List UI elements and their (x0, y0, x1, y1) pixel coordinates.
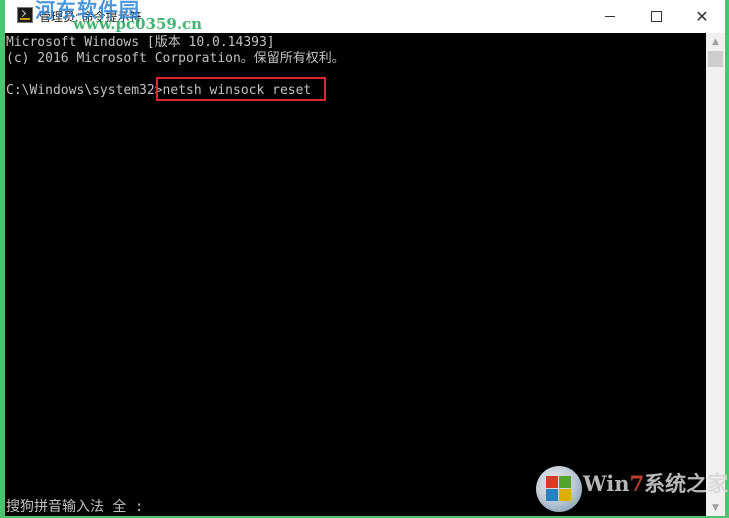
minimize-icon (605, 16, 615, 17)
close-icon: ✕ (695, 7, 709, 26)
scroll-down-arrow-icon[interactable]: ▼ (706, 499, 725, 516)
maximize-button[interactable] (633, 0, 679, 33)
console-output-area[interactable]: Microsoft Windows [版本 10.0.14393] (c) 20… (5, 33, 706, 516)
scroll-up-arrow-icon[interactable]: ▲ (706, 33, 725, 50)
console-line-copyright: (c) 2016 Microsoft Corporation。保留所有权利。 (6, 51, 345, 66)
ime-status-bar[interactable]: 搜狗拼音输入法 全 : (6, 496, 143, 516)
close-button[interactable]: ✕ (679, 0, 725, 33)
window-controls: ✕ (587, 0, 725, 33)
windows-logo-watermark-icon (536, 466, 582, 512)
maximize-icon (650, 11, 662, 22)
cmd-app-icon (17, 7, 33, 23)
command-highlight-box (156, 77, 326, 101)
minimize-button[interactable] (587, 0, 633, 33)
corner-watermark-text: Win7系统之家 (583, 471, 729, 496)
scroll-thumb[interactable] (708, 51, 723, 67)
vertical-scrollbar[interactable]: ▲ ▼ (706, 33, 725, 516)
site-url-watermark: www.pc0359.cn (73, 15, 203, 33)
command-prompt-path: C:\Windows\system32> (6, 83, 163, 98)
title-bar[interactable]: 管理员: 命令提示符 河东软件园 www.pc0359.cn ✕ (5, 0, 725, 33)
command-prompt-window: 管理员: 命令提示符 河东软件园 www.pc0359.cn ✕ Microso… (0, 0, 729, 518)
console-line-version: Microsoft Windows [版本 10.0.14393] (6, 35, 275, 50)
